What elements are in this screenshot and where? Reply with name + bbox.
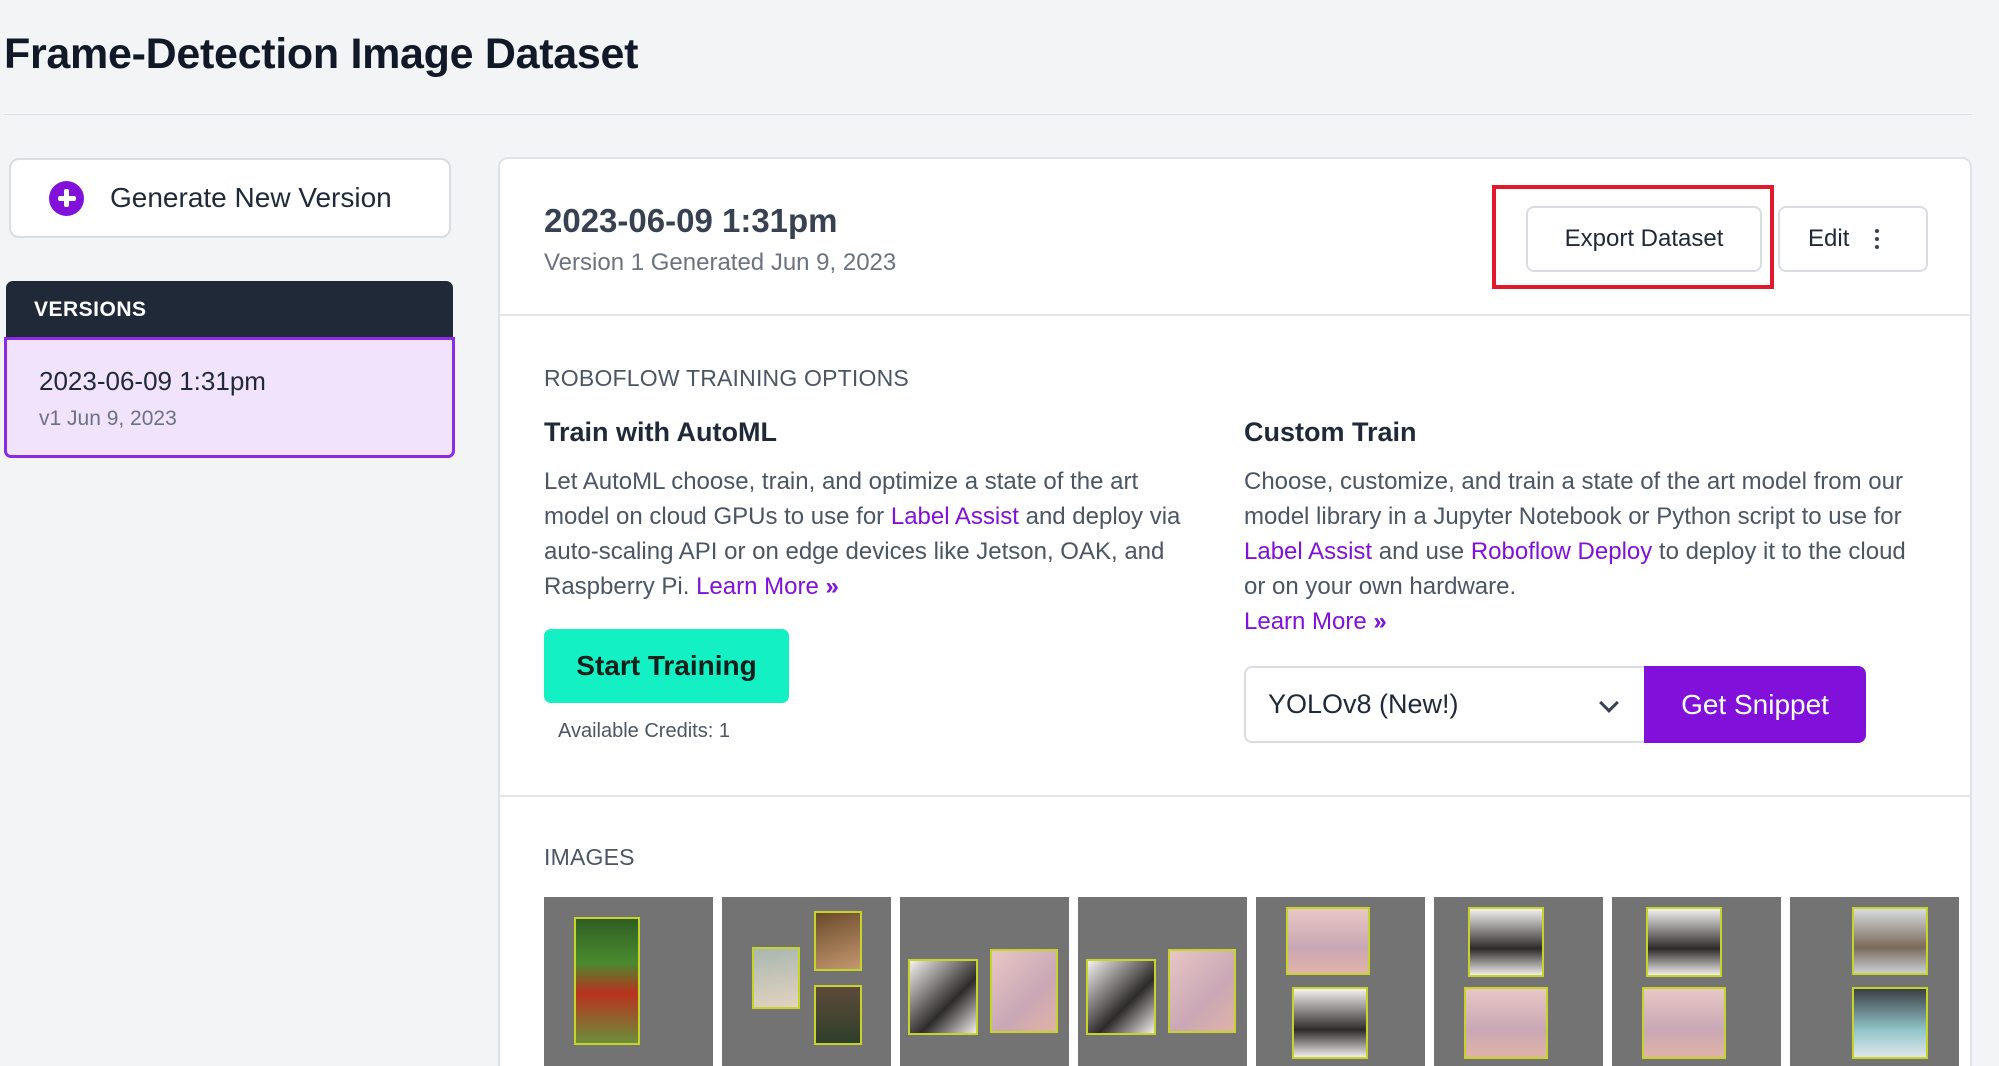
- section-divider: [500, 795, 1970, 797]
- automl-title: Train with AutoML: [544, 417, 777, 447]
- versions-header: VERSIONS: [6, 281, 453, 339]
- generate-button-label: Generate New Version: [110, 182, 392, 213]
- edit-button[interactable]: Edit: [1778, 206, 1928, 272]
- roboflow-deploy-link[interactable]: Roboflow Deploy: [1471, 538, 1652, 565]
- generate-new-version-button[interactable]: Generate New Version: [9, 158, 451, 238]
- learn-more-link[interactable]: Learn More »: [1244, 608, 1387, 635]
- version-list-item[interactable]: 2023-06-09 1:31pm v1 Jun 9, 2023: [4, 337, 455, 458]
- custom-text-part: and use: [1372, 538, 1471, 565]
- custom-train-title: Custom Train: [1244, 417, 1417, 447]
- double-chevron-right-icon: »: [825, 573, 839, 600]
- double-chevron-right-icon: »: [1373, 608, 1387, 635]
- images-label: IMAGES: [544, 844, 635, 870]
- version-title: 2023-06-09 1:31pm: [544, 202, 838, 239]
- custom-text-part: Choose, customize, and train a state of …: [1244, 468, 1903, 530]
- version-item-subtitle: v1 Jun 9, 2023: [39, 407, 177, 430]
- image-thumbnails: [544, 897, 1959, 1066]
- learn-more-label: Learn More: [1244, 608, 1367, 635]
- custom-train-description: Choose, customize, and train a state of …: [1244, 464, 1924, 639]
- more-vertical-icon: [1875, 229, 1880, 249]
- version-header: 2023-06-09 1:31pm Version 1 Generated Ju…: [500, 159, 1970, 316]
- image-thumbnail[interactable]: [1256, 897, 1425, 1066]
- export-dataset-button[interactable]: Export Dataset: [1526, 206, 1762, 272]
- version-detail-card: 2023-06-09 1:31pm Version 1 Generated Ju…: [498, 157, 1972, 1066]
- image-thumbnail[interactable]: [1078, 897, 1247, 1066]
- label-assist-link[interactable]: Label Assist: [1244, 538, 1372, 565]
- edit-button-label: Edit: [1808, 225, 1850, 252]
- available-credits: Available Credits: 1: [558, 720, 730, 742]
- image-thumbnail[interactable]: [544, 897, 713, 1066]
- automl-description: Let AutoML choose, train, and optimize a…: [544, 464, 1184, 604]
- learn-more-link[interactable]: Learn More »: [696, 573, 839, 600]
- version-subtitle: Version 1 Generated Jun 9, 2023: [544, 249, 897, 276]
- learn-more-label: Learn More: [696, 573, 819, 600]
- start-training-button[interactable]: Start Training: [544, 629, 789, 703]
- image-thumbnail[interactable]: [1790, 897, 1959, 1066]
- model-select[interactable]: YOLOv8 (New!): [1244, 666, 1644, 743]
- version-item-date: 2023-06-09 1:31pm: [39, 366, 266, 396]
- model-select-value: YOLOv8 (New!): [1268, 689, 1459, 719]
- image-thumbnail[interactable]: [722, 897, 891, 1066]
- title-divider: [4, 114, 1972, 115]
- training-options-label: ROBOFLOW TRAINING OPTIONS: [544, 365, 909, 391]
- get-snippet-button[interactable]: Get Snippet: [1644, 666, 1866, 743]
- plus-circle-icon: [49, 180, 84, 216]
- label-assist-link[interactable]: Label Assist: [891, 503, 1019, 530]
- image-thumbnail[interactable]: [1612, 897, 1781, 1066]
- chevron-down-icon: [1599, 693, 1619, 713]
- image-thumbnail[interactable]: [1434, 897, 1603, 1066]
- image-thumbnail[interactable]: [900, 897, 1069, 1066]
- page-title: Frame-Detection Image Dataset: [4, 30, 639, 78]
